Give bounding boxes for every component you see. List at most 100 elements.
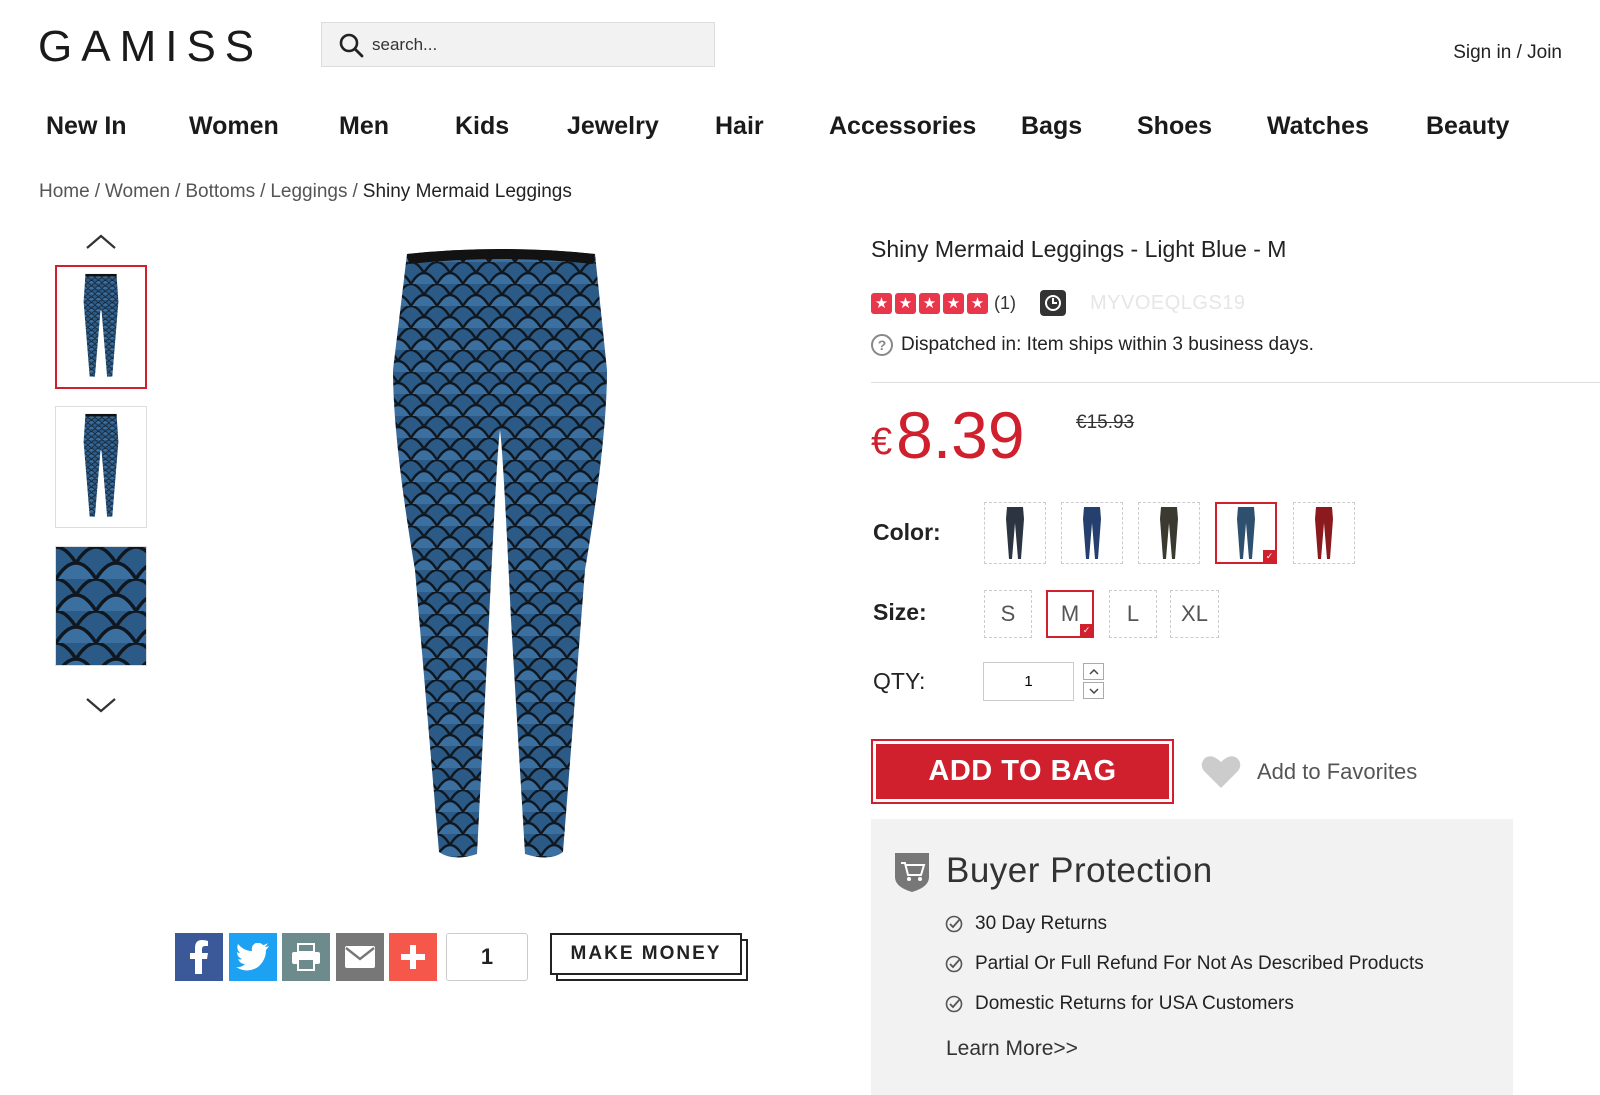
twitter-icon — [236, 943, 269, 971]
color-swatch[interactable] — [1293, 502, 1355, 564]
size-option-l[interactable]: L — [1109, 590, 1157, 638]
size-option-m[interactable]: M ✓ — [1046, 590, 1094, 638]
add-to-bag-button[interactable]: ADD TO BAG — [871, 739, 1174, 804]
signin-link[interactable]: Sign in / Join — [1453, 42, 1562, 64]
size-option-label: L — [1126, 601, 1140, 626]
price-amount: 8.39 — [896, 398, 1025, 472]
breadcrumb-separator: / — [94, 181, 100, 202]
breadcrumb-home[interactable]: Home — [39, 181, 90, 202]
check-circle-icon — [945, 995, 963, 1013]
breadcrumb-leggings[interactable]: Leggings — [270, 181, 347, 202]
clock-icon — [1040, 290, 1066, 316]
breadcrumb-separator: / — [260, 181, 266, 202]
qty-increment-button[interactable] — [1083, 663, 1104, 680]
nav-women[interactable]: Women — [189, 112, 279, 141]
mail-icon — [345, 946, 375, 968]
search-icon[interactable] — [338, 32, 364, 58]
dispatch-info: ? Dispatched in: Item ships within 3 bus… — [871, 334, 1314, 356]
leggings-swatch-image — [1160, 507, 1178, 559]
star-rating[interactable]: ★ ★ ★ ★ ★ — [871, 292, 988, 314]
size-option-label: S — [1000, 601, 1016, 626]
thumbnail-3[interactable] — [55, 546, 147, 666]
old-price: €15.93 — [1076, 412, 1135, 433]
chevron-down-icon[interactable] — [85, 695, 117, 715]
star-icon: ★ — [871, 292, 892, 314]
size-option-s[interactable]: S — [984, 590, 1032, 638]
breadcrumb-separator: / — [352, 181, 358, 202]
nav-men[interactable]: Men — [339, 112, 389, 141]
breadcrumb-bottoms[interactable]: Bottoms — [185, 181, 255, 202]
leggings-swatch-image — [1083, 507, 1101, 559]
dispatch-text: Dispatched in: Item ships within 3 busin… — [901, 334, 1314, 355]
protection-item-label: Partial Or Full Refund For Not As Descri… — [975, 953, 1424, 974]
thumbnail-2[interactable] — [55, 406, 147, 528]
share-count: 1 — [446, 933, 528, 981]
breadcrumb: Home / Women / Bottoms / Leggings / Shiny Mermai… — [39, 181, 572, 203]
plus-icon — [401, 945, 425, 969]
qty-label: QTY: — [873, 668, 926, 694]
add-to-favorites-button[interactable]: Add to Favorites — [1201, 752, 1417, 792]
rating-row: ★ ★ ★ ★ ★ (1) MYVOEQLGS19 — [871, 289, 1246, 317]
leggings-swatch-image — [1315, 507, 1333, 559]
shield-cart-icon — [895, 853, 929, 892]
search-input[interactable] — [372, 34, 692, 55]
leggings-swatch-image — [1237, 507, 1255, 559]
search-bar[interactable] — [321, 22, 715, 67]
add-to-favorites-label: Add to Favorites — [1257, 759, 1418, 784]
nav-jewelry[interactable]: Jewelry — [567, 112, 659, 141]
learn-more-link[interactable]: Learn More>> — [946, 1037, 1078, 1061]
help-icon[interactable]: ? — [871, 334, 893, 356]
breadcrumb-women[interactable]: Women — [105, 181, 170, 202]
check-circle-icon — [945, 955, 963, 973]
nav-accessories[interactable]: Accessories — [829, 112, 976, 141]
nav-watches[interactable]: Watches — [1267, 112, 1369, 141]
star-icon: ★ — [967, 292, 988, 314]
size-option-xl[interactable]: XL — [1170, 590, 1219, 638]
quantity-input[interactable] — [983, 662, 1074, 701]
buyer-protection-panel: Buyer Protection 30 Day Returns Partial … — [871, 819, 1513, 1095]
buyer-protection-title: Buyer Protection — [946, 851, 1213, 890]
product-sku: MYVOEQLGS19 — [1090, 291, 1246, 314]
size-option-label: XL — [1181, 601, 1208, 626]
divider — [871, 382, 1600, 383]
facebook-share-button[interactable] — [175, 933, 223, 981]
selected-check-icon: ✓ — [1263, 550, 1276, 563]
size-option-label: M — [1060, 601, 1080, 626]
chevron-down-icon — [1088, 687, 1099, 694]
nav-hair[interactable]: Hair — [715, 112, 764, 141]
thumbnail-1[interactable] — [55, 265, 147, 389]
email-share-button[interactable] — [336, 933, 384, 981]
product-title: Shiny Mermaid Leggings - Light Blue - M — [871, 236, 1287, 262]
more-share-button[interactable] — [389, 933, 437, 981]
chevron-up-icon[interactable] — [85, 232, 117, 252]
facebook-icon — [190, 940, 208, 974]
leggings-swatch-image — [1006, 507, 1024, 559]
review-count[interactable]: (1) — [994, 293, 1016, 314]
nav-bags[interactable]: Bags — [1021, 112, 1082, 141]
qty-decrement-button[interactable] — [1083, 682, 1104, 699]
nav-new-in[interactable]: New In — [46, 112, 127, 141]
chevron-up-icon — [1088, 668, 1099, 675]
leggings-thumbnail-image — [83, 273, 119, 377]
color-swatch[interactable]: ✓ — [1215, 502, 1277, 564]
twitter-share-button[interactable] — [229, 933, 277, 981]
color-swatch[interactable] — [984, 502, 1046, 564]
star-icon: ★ — [943, 292, 964, 314]
leggings-thumbnail-image — [83, 413, 119, 517]
main-nav: New In Women Men Kids Jewelry Hair Acces… — [0, 112, 1600, 152]
logo[interactable]: GAMISS — [38, 22, 263, 72]
print-icon — [292, 943, 320, 971]
selected-check-icon: ✓ — [1080, 624, 1093, 637]
color-swatch[interactable] — [1138, 502, 1200, 564]
print-button[interactable] — [282, 933, 330, 981]
nav-beauty[interactable]: Beauty — [1426, 112, 1509, 141]
product-main-image[interactable] — [385, 240, 615, 870]
nav-shoes[interactable]: Shoes — [1137, 112, 1212, 141]
breadcrumb-separator: / — [175, 181, 181, 202]
protection-item: Domestic Returns for USA Customers — [945, 993, 1294, 1015]
nav-kids[interactable]: Kids — [455, 112, 509, 141]
breadcrumb-current: Shiny Mermaid Leggings — [362, 181, 572, 202]
color-swatch[interactable] — [1061, 502, 1123, 564]
make-money-button[interactable]: MAKE MONEY — [550, 933, 742, 975]
size-label: Size: — [873, 599, 927, 625]
